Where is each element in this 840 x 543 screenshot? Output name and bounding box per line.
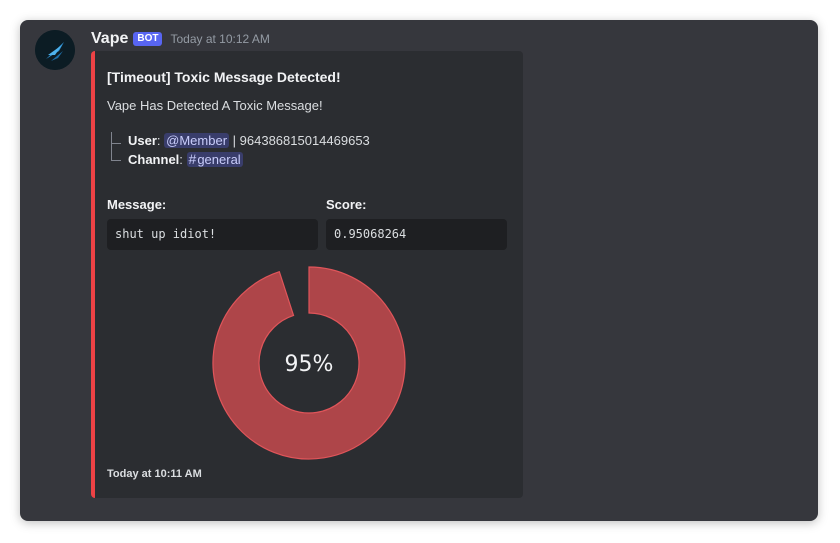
tree-branch-icon	[111, 142, 121, 161]
toxicity-gauge: 95%	[212, 266, 406, 460]
user-label: User	[128, 133, 157, 148]
channel-label: Channel	[128, 152, 180, 167]
channel-mention[interactable]: #general	[186, 151, 243, 167]
score-field-label: Score:	[326, 197, 367, 212]
message-field-label: Message:	[107, 197, 167, 212]
message-timestamp: Today at 10:12 AM	[170, 32, 270, 46]
user-id: | 964386815014469653	[232, 133, 370, 148]
bot-badge: BOT	[133, 32, 163, 46]
hashtag-icon: #	[188, 151, 197, 167]
chat-window: Vape BOT Today at 10:12 AM [Timeout] Tox…	[20, 20, 818, 521]
channel-row: Channel: #general	[128, 151, 243, 167]
score-field-value: 0.95068264	[326, 219, 507, 250]
embed-title: [Timeout] Toxic Message Detected!	[107, 69, 341, 85]
embed-card: [Timeout] Toxic Message Detected! Vape H…	[91, 51, 523, 498]
gauge-percentage: 95%	[285, 352, 334, 377]
vape-logo-icon	[35, 30, 75, 70]
embed-description: Vape Has Detected A Toxic Message!	[107, 98, 323, 113]
username[interactable]: Vape	[91, 30, 128, 48]
message-field-value: shut up idiot!	[107, 219, 318, 250]
embed-footer: Today at 10:11 AM	[107, 468, 202, 480]
user-row: User: @Member | 964386815014469653	[128, 133, 370, 148]
bot-avatar[interactable]	[35, 30, 75, 70]
user-mention[interactable]: @Member	[164, 133, 230, 148]
message-header: Vape BOT Today at 10:12 AM	[91, 29, 270, 49]
